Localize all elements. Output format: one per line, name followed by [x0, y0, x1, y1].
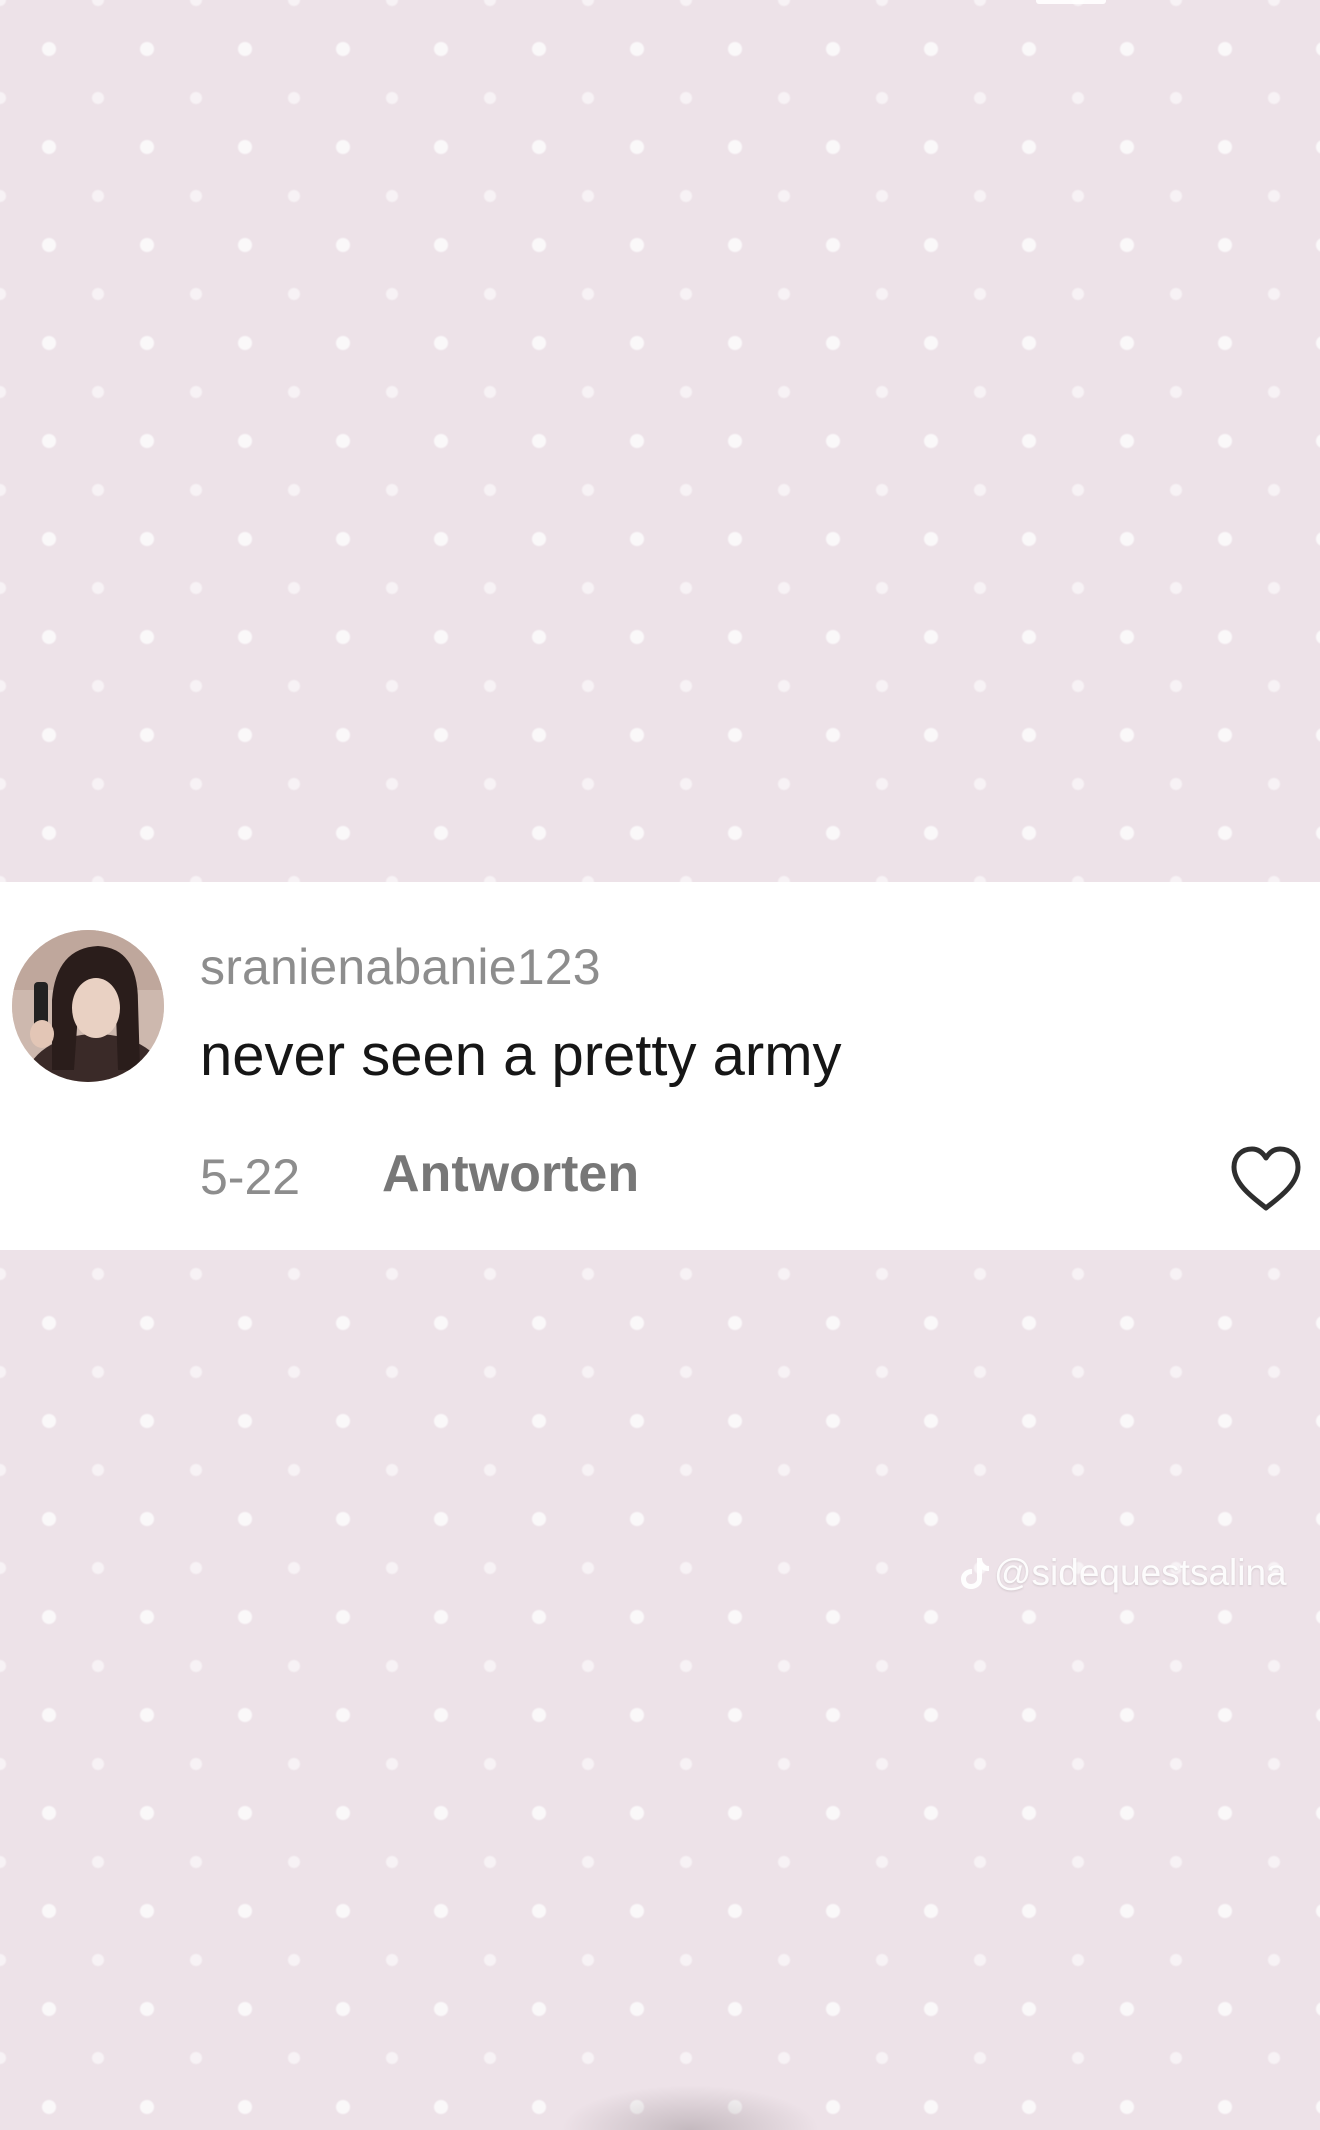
comment-username[interactable]: sranienabanie123: [200, 938, 601, 996]
comment-date: 5-22: [200, 1149, 301, 1205]
comment-text: never seen a pretty army: [200, 1023, 842, 1088]
avatar[interactable]: [12, 930, 164, 1082]
comment-card: sranienabanie123 never seen a pretty arm…: [0, 882, 1320, 1250]
watermark-handle: @sidequestsalina: [994, 1552, 1287, 1593]
bottom-shadow: [560, 2085, 820, 2130]
like-button[interactable]: [1228, 1144, 1304, 1214]
heart-outline-icon: [1231, 1146, 1301, 1211]
avatar-photo: [12, 930, 164, 1082]
top-indicator: [1036, 0, 1106, 4]
watermark: @sidequestsalina: [960, 1552, 1287, 1594]
reply-button[interactable]: Antworten: [382, 1144, 639, 1204]
tiktok-logo-icon: [960, 1555, 990, 1591]
